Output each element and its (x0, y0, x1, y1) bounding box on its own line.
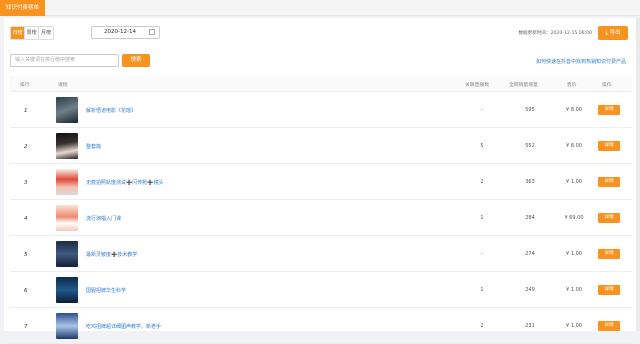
detail-button[interactable]: 详情 (598, 213, 620, 223)
rank-cell: 3 (24, 180, 28, 186)
sales-count: 249 (525, 287, 535, 293)
course-name[interactable]: 解析悟道电影《花瑶》 (86, 107, 136, 114)
search-button[interactable]: 搜索 (122, 54, 150, 67)
month-tab[interactable]: 月榜 (39, 27, 53, 39)
price: ¥ 1.00 (566, 323, 582, 329)
col-course: 课程 (58, 83, 68, 88)
date-picker[interactable]: 2020-12-14 (91, 26, 160, 39)
export-label: 导出 (609, 30, 621, 36)
table-row: 1 解析悟道电影《花瑶》 - 595 ¥ 8.00 详情 (10, 92, 632, 128)
sales-count: 284 (525, 215, 535, 221)
search-row: 输入关键词在排行榜中搜索 搜索 如何快速在抖音中找到热销知识付费产品 (10, 54, 628, 68)
main-panel: 日榜 周榜 月榜 2020-12-14 数据更新时间：2020-12-15 06… (4, 18, 636, 344)
period-switch: 日榜 周榜 月榜 (10, 26, 54, 40)
live-count: 2 (480, 323, 484, 329)
price: ¥ 8.00 (566, 107, 582, 113)
detail-button[interactable]: 详情 (598, 249, 620, 259)
tab-bar: 知识付费榜单 (0, 0, 640, 16)
price: ¥ 1.00 (566, 251, 582, 257)
col-price: 售价 (567, 83, 577, 88)
live-count: 1 (480, 287, 484, 293)
week-tab[interactable]: 周榜 (25, 27, 39, 39)
table-row: 3 无痕拍照轨度测试➕闪传枪➕镜头 2 363 ¥ 1.00 详情 (10, 164, 632, 200)
course-name[interactable]: 国服招牌华生科学 (86, 287, 126, 294)
live-count: 2 (480, 179, 484, 185)
course-name[interactable]: 流行演唱入门课 (86, 215, 121, 222)
course-thumbnail[interactable] (56, 205, 78, 231)
rank-cell: 5 (24, 252, 28, 258)
sales-count: 231 (525, 323, 535, 329)
table-row: 4 流行演唱入门课 1 284 ¥ 69.00 详情 (10, 200, 632, 236)
detail-button[interactable]: 详情 (598, 105, 620, 115)
course-thumbnail[interactable] (56, 169, 78, 195)
course-thumbnail[interactable] (56, 277, 78, 303)
export-icon: ⤓ (605, 30, 608, 36)
table-header: 排行 课程 关联直播数 全网销量增量 售价 操作 (10, 76, 632, 92)
price: ¥ 1.00 (566, 179, 582, 185)
price: ¥ 69.00 (564, 215, 584, 221)
col-rank: 排行 (20, 83, 30, 88)
course-thumbnail[interactable] (56, 97, 78, 123)
table-row: 5 最新灵敏度➕技术教学 - 274 ¥ 1.00 详情 (10, 236, 632, 272)
live-count: 5 (480, 143, 484, 149)
howto-link[interactable]: 如何快速在抖音中找到热销知识付费产品 (536, 58, 626, 65)
search-input[interactable]: 输入关键词在排行榜中搜索 (10, 54, 119, 67)
course-name[interactable]: 吃鸡招牌超详细图声教学。新老手 (86, 323, 161, 330)
date-value: 2020-12-14 (104, 29, 136, 35)
export-button[interactable]: ⤓ 导出 (598, 26, 628, 40)
col-sales: 全网销量增量 (509, 83, 538, 88)
rank-cell: 6 (24, 288, 28, 294)
live-count: - (481, 107, 483, 113)
col-action: 操作 (602, 83, 612, 88)
detail-button[interactable]: 详情 (598, 321, 620, 331)
table-row: 2 整套篇 5 552 ¥ 8.00 详情 (10, 128, 632, 164)
course-name[interactable]: 整套篇 (86, 143, 101, 150)
detail-button[interactable]: 详情 (598, 177, 620, 187)
price: ¥ 1.00 (566, 287, 582, 293)
live-count: 1 (480, 215, 484, 221)
course-name[interactable]: 无痕拍照轨度测试➕闪传枪➕镜头 (86, 179, 163, 186)
live-count: - (481, 251, 483, 257)
scrollbar[interactable] (636, 18, 640, 331)
rank-cell: 7 (24, 324, 28, 330)
update-time: 数据更新时间：2020-12-15 06:00 (518, 31, 592, 36)
sales-count: 363 (525, 179, 535, 185)
day-tab[interactable]: 日榜 (11, 27, 25, 39)
calendar-icon (149, 29, 155, 35)
toolbar: 日榜 周榜 月榜 2020-12-14 数据更新时间：2020-12-15 06… (10, 26, 628, 40)
sales-count: 595 (525, 107, 535, 113)
detail-button[interactable]: 详情 (598, 285, 620, 295)
rank-cell: 1 (24, 108, 28, 114)
tab-knowledge-ranking[interactable]: 知识付费榜单 (0, 0, 46, 16)
rank-cell: 2 (24, 144, 28, 150)
table-row: 6 国服招牌华生科学 1 249 ¥ 1.00 详情 (10, 272, 632, 308)
table-row: 7 吃鸡招牌超详细图声教学。新老手 2 231 ¥ 1.00 详情 (10, 308, 632, 344)
rank-cell: 4 (24, 216, 28, 222)
course-thumbnail[interactable] (56, 313, 78, 339)
course-name[interactable]: 最新灵敏度➕技术教学 (86, 251, 137, 258)
ranking-table: 排行 课程 关联直播数 全网销量增量 售价 操作 1 解析悟道电影《花瑶》 - … (10, 76, 632, 344)
sales-count: 274 (525, 251, 535, 257)
sales-count: 552 (525, 143, 535, 149)
course-thumbnail[interactable] (56, 133, 78, 159)
col-live: 关联直播数 (465, 83, 489, 88)
course-thumbnail[interactable] (56, 241, 78, 267)
price: ¥ 8.00 (566, 143, 582, 149)
detail-button[interactable]: 详情 (598, 141, 620, 151)
